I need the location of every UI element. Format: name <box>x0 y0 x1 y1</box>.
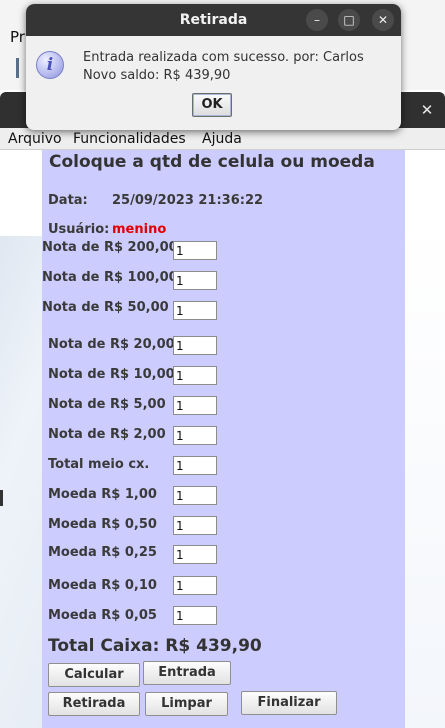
denomination-field[interactable] <box>173 486 217 505</box>
denomination-label: Nota de R$ 50,00 <box>42 300 169 315</box>
denomination-label: Nota de R$ 10,00 <box>48 367 175 382</box>
denomination-field[interactable] <box>173 271 217 290</box>
denomination-field[interactable] <box>173 576 217 595</box>
menu-bar: Arquivo Funcionalidades Ajuda <box>0 128 445 150</box>
half-box-total-field[interactable] <box>173 456 217 475</box>
close-icon[interactable]: ✕ <box>372 9 394 31</box>
ok-button[interactable]: OK <box>192 93 232 117</box>
denomination-label: Moeda R$ 0,25 <box>48 545 157 560</box>
finalizar-button[interactable]: Finalizar <box>241 691 337 715</box>
denomination-field[interactable] <box>173 336 217 355</box>
background-graphic <box>0 236 44 728</box>
denomination-field[interactable] <box>173 366 217 385</box>
total-label: Total Caixa: <box>48 636 160 656</box>
close-icon[interactable]: ✕ <box>415 98 439 122</box>
dialog-titlebar: Retirada – □ ✕ <box>26 4 401 36</box>
denomination-label: Moeda R$ 0,05 <box>48 608 157 623</box>
denomination-field[interactable] <box>173 301 217 320</box>
minimize-icon[interactable]: – <box>306 9 328 31</box>
message-dialog: Retirada – □ ✕ i Entrada realizada com s… <box>26 4 401 130</box>
denomination-label: Nota de R$ 20,00 <box>48 337 175 352</box>
date-label: Data: <box>48 193 88 208</box>
date-value: 25/09/2023 21:36:22 <box>112 193 264 208</box>
total-caixa: Total Caixa: R$ 439,90 <box>48 636 262 656</box>
denomination-label: Moeda R$ 0,10 <box>48 578 157 593</box>
entrada-button[interactable]: Entrada <box>143 661 231 685</box>
retirada-button[interactable]: Retirada <box>48 692 140 716</box>
maximize-icon[interactable]: □ <box>338 9 360 31</box>
menu-ajuda[interactable]: Ajuda <box>202 131 242 147</box>
denomination-field[interactable] <box>173 426 217 445</box>
denomination-label: Moeda R$ 0,50 <box>48 517 157 532</box>
menu-arquivo[interactable]: Arquivo <box>8 131 62 147</box>
denomination-field[interactable] <box>173 396 217 415</box>
user-value: menino <box>112 222 167 237</box>
menu-funcionalidades[interactable]: Funcionalidades <box>73 131 186 147</box>
dialog-message-line: Novo saldo: R$ 439,90 <box>83 68 231 83</box>
denomination-field[interactable] <box>173 516 217 535</box>
panel-title: Coloque a qtd de celula ou moeda <box>49 152 375 172</box>
denomination-label: Nota de R$ 100,00 <box>42 270 178 285</box>
denomination-label: Moeda R$ 1,00 <box>48 487 157 502</box>
dialog-message-line: Entrada realizada com sucesso. por: Carl… <box>83 50 364 65</box>
denomination-label: Nota de R$ 2,00 <box>48 427 166 442</box>
denomination-field[interactable] <box>173 241 217 260</box>
total-value: R$ 439,90 <box>165 636 262 656</box>
denomination-field[interactable] <box>173 545 217 564</box>
cash-count-panel: Coloque a qtd de celula ou moeda Data: 2… <box>42 150 405 728</box>
user-label: Usuário: <box>48 222 110 237</box>
denomination-label: Nota de R$ 5,00 <box>48 397 166 412</box>
denomination-label: Nota de R$ 200,00 <box>42 240 178 255</box>
denomination-field[interactable] <box>173 606 217 625</box>
info-icon: i <box>36 51 64 79</box>
limpar-button[interactable]: Limpar <box>145 692 228 716</box>
calcular-button[interactable]: Calcular <box>48 663 140 687</box>
half-box-total-label: Total meio cx. <box>48 457 150 472</box>
divider <box>0 490 3 506</box>
background-menu-fragment: Pr <box>10 28 25 46</box>
